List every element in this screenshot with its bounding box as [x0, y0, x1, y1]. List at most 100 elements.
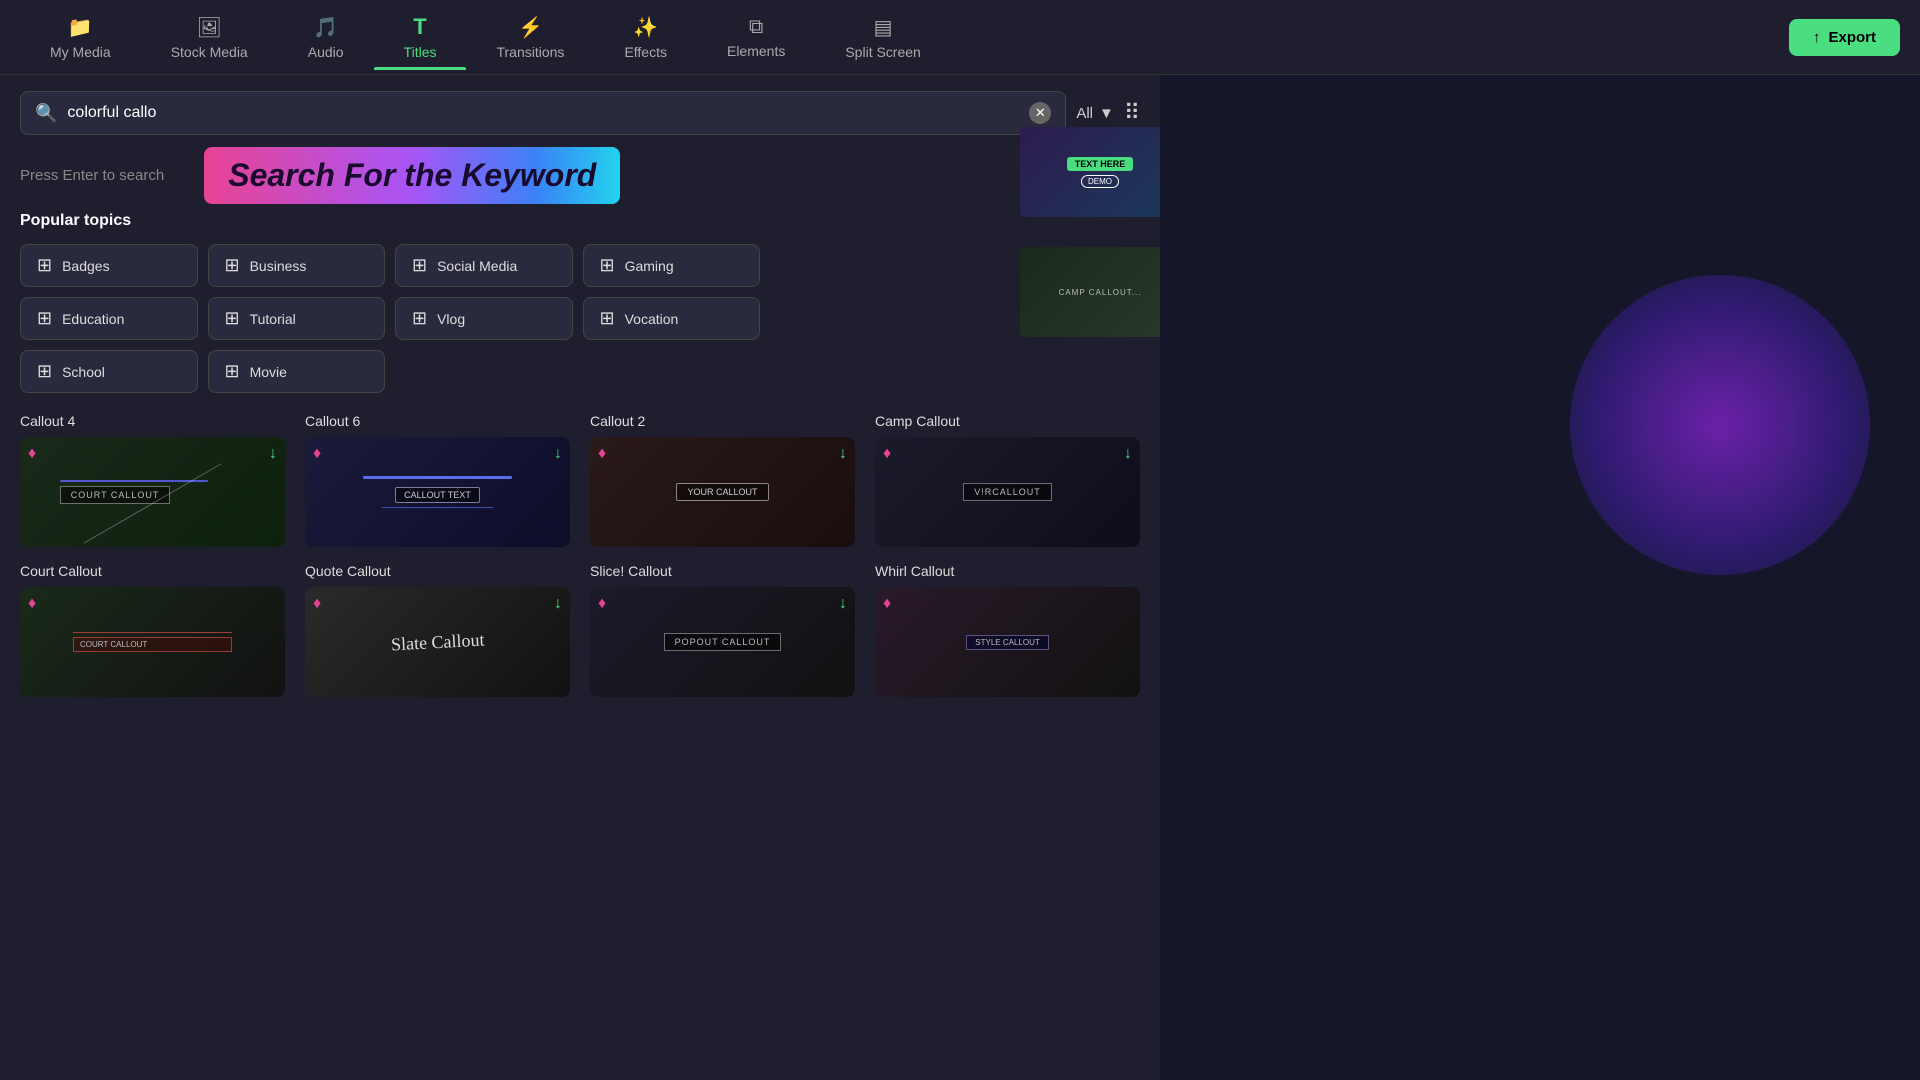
topic-education[interactable]: ⊞ Education [20, 297, 198, 340]
thumb-camp-callout-card: ♦ ↓ V!RCALLOUT [875, 437, 1140, 547]
topic-school-label: School [62, 364, 105, 380]
education-icon: ⊞ [37, 308, 52, 329]
nav-item-titles[interactable]: T Titles [374, 4, 467, 70]
topic-business-label: Business [250, 258, 307, 274]
chevron-down-icon: ▼ [1099, 105, 1114, 122]
nav-item-transitions[interactable]: ⚡ Transitions [466, 5, 594, 70]
nav-label-elements: Elements [727, 43, 785, 59]
topic-movie[interactable]: ⊞ Movie [208, 350, 386, 393]
gaming-icon: ⊞ [600, 255, 615, 276]
thumb-camp-callout-label: Camp Callout [875, 413, 1140, 429]
thumb-quote-callout-card: ♦ ↓ Slate Callout [305, 587, 570, 697]
search-clear-button[interactable]: ✕ [1029, 102, 1051, 124]
topic-vocation[interactable]: ⊞ Vocation [583, 297, 761, 340]
stock-media-icon: 🖼 [197, 15, 222, 40]
badges-icon: ⊞ [37, 255, 52, 276]
export-label: Export [1828, 29, 1876, 46]
thumb-whirl-callout-card: ♦ STYLE CALLOUT [875, 587, 1140, 697]
effects-icon: ✨ [633, 15, 658, 40]
nav-item-elements[interactable]: ⧉ Elements [697, 6, 815, 69]
nav-item-my-media[interactable]: 📁 My Media [20, 5, 141, 70]
topic-tutorial-label: Tutorial [250, 311, 296, 327]
nav-label-split-screen: Split Screen [845, 44, 920, 60]
thumbnail-row-1: Callout 4 ♦ ↓ COURT CALLOUT [20, 413, 1140, 547]
label-t3: t 3 [1020, 225, 1160, 239]
right-panel [1160, 75, 1920, 1080]
topic-social-media[interactable]: ⊞ Social Media [395, 244, 573, 287]
search-box: 🔍 ✕ [20, 91, 1066, 135]
split-screen-icon: ▤ [874, 15, 893, 40]
grid-view-icon[interactable]: ⠿ [1124, 100, 1140, 126]
titles-icon: T [413, 14, 426, 40]
thumb-slice-callout-card: ♦ ↓ POPOUT CALLOUT [590, 587, 855, 697]
export-icon: ↑ [1813, 29, 1821, 46]
thumbnails-section: Callout 4 ♦ ↓ COURT CALLOUT [0, 403, 1160, 1080]
topic-education-label: Education [62, 311, 124, 327]
thumb-callout-6-card: ♦ ↓ CALLOUT TEXT [305, 437, 570, 547]
popular-topics-title: Popular topics [20, 212, 1140, 230]
thumb-whirl-callout-label: Whirl Callout [875, 563, 1140, 579]
thumb-callout-6-label: Callout 6 [305, 413, 570, 429]
nav-item-audio[interactable]: 🎵 Audio [278, 5, 374, 70]
thumb-callout-4-label: Callout 4 [20, 413, 285, 429]
nav-item-stock-media[interactable]: 🖼 Stock Media [141, 5, 278, 70]
topic-school[interactable]: ⊞ School [20, 350, 198, 393]
vocation-icon: ⊞ [600, 308, 615, 329]
overlay-thumb-2: CAMP CALLOUT... ↓ [1020, 247, 1160, 337]
topic-gaming[interactable]: ⊞ Gaming [583, 244, 761, 287]
keyword-banner: Search For the Keyword [204, 147, 620, 204]
main-content: 🔍 ✕ All ▼ ⠿ Press Enter to search Search… [0, 75, 1920, 1080]
nav-item-effects[interactable]: ✨ Effects [594, 5, 697, 70]
all-filter-dropdown[interactable]: All ▼ [1076, 105, 1114, 122]
thumbnail-row-2: Court Callout ♦ COURT CALLOUT Quote Call [20, 563, 1140, 697]
thumb-callout-2[interactable]: Callout 2 ♦ ↓ YOUR CALLOUT [590, 413, 855, 547]
overlay-thumbnails: TEXT HERE DEMO t 3 CAMP CALLOUT... ↓ [1020, 127, 1160, 337]
topic-business[interactable]: ⊞ Business [208, 244, 386, 287]
thumb-callout-4-card: ♦ ↓ COURT CALLOUT [20, 437, 285, 547]
text-here-badge: TEXT HERE [1067, 157, 1134, 171]
export-button[interactable]: ↑ Export [1789, 19, 1900, 56]
thumb-callout-2-card: ♦ ↓ YOUR CALLOUT [590, 437, 855, 547]
search-input[interactable] [67, 104, 1019, 122]
press-enter-hint: Press Enter to search [20, 167, 164, 184]
thumb-callout-4[interactable]: Callout 4 ♦ ↓ COURT CALLOUT [20, 413, 285, 547]
left-panel: 🔍 ✕ All ▼ ⠿ Press Enter to search Search… [0, 75, 1160, 1080]
transitions-icon: ⚡ [518, 15, 543, 40]
top-navigation: 📁 My Media 🖼 Stock Media 🎵 Audio T Title… [0, 0, 1920, 75]
topic-vlog[interactable]: ⊞ Vlog [395, 297, 573, 340]
popular-topics-section: Popular topics ⊞ Badges ⊞ Business ⊞ Soc… [0, 212, 1160, 403]
thumb-slice-callout[interactable]: Slice! Callout ♦ ↓ POPOUT CALLOUT [590, 563, 855, 697]
search-icon: 🔍 [35, 103, 57, 124]
slate-callout-text: Slate Callout [390, 629, 484, 655]
topic-vlog-label: Vlog [437, 311, 465, 327]
overlay-thumb-1: TEXT HERE DEMO [1020, 127, 1160, 217]
nav-label-audio: Audio [308, 44, 344, 60]
thumb-quote-callout[interactable]: Quote Callout ♦ ↓ Slate Callout [305, 563, 570, 697]
thumb-court-callout-label: Court Callout [20, 563, 285, 579]
topic-badges[interactable]: ⊞ Badges [20, 244, 198, 287]
audio-icon: 🎵 [313, 15, 338, 40]
business-icon: ⊞ [225, 255, 240, 276]
nav-label-effects: Effects [624, 44, 667, 60]
nav-label-titles: Titles [404, 44, 437, 60]
topic-tutorial[interactable]: ⊞ Tutorial [208, 297, 386, 340]
thumb-court-callout-card: ♦ COURT CALLOUT [20, 587, 285, 697]
topic-gaming-label: Gaming [625, 258, 674, 274]
nav-label-my-media: My Media [50, 44, 111, 60]
all-filter-label: All [1076, 105, 1093, 122]
thumb-whirl-callout[interactable]: Whirl Callout ♦ STYLE CALLOUT [875, 563, 1140, 697]
thumb-callout-2-label: Callout 2 [590, 413, 855, 429]
suggestion-area: Press Enter to search Search For the Key… [20, 147, 1140, 204]
movie-icon: ⊞ [225, 361, 240, 382]
nav-item-split-screen[interactable]: ▤ Split Screen [815, 5, 950, 70]
topic-vocation-label: Vocation [625, 311, 679, 327]
topic-badges-label: Badges [62, 258, 109, 274]
thumb-camp-callout[interactable]: Camp Callout ♦ ↓ V!RCALLOUT [875, 413, 1140, 547]
topic-movie-label: Movie [250, 364, 287, 380]
thumb-callout-6[interactable]: Callout 6 ♦ ↓ CALLOUT TEXT [305, 413, 570, 547]
school-icon: ⊞ [37, 361, 52, 382]
demo-badge: DEMO [1081, 175, 1119, 188]
thumb-court-callout[interactable]: Court Callout ♦ COURT CALLOUT [20, 563, 285, 697]
elements-icon: ⧉ [749, 16, 763, 39]
search-wrapper: 🔍 ✕ All ▼ ⠿ [20, 91, 1140, 135]
